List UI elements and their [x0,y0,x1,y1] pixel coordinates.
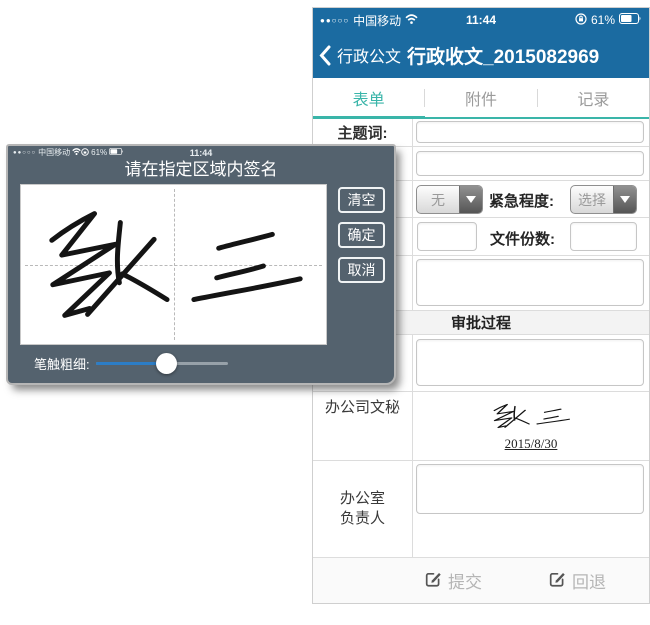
clock: 11:44 [466,13,496,27]
form-row-subject: 主题词: [313,119,649,147]
battery-percent: 61% [591,13,615,27]
copies-label: 文件份数: [490,228,555,249]
bottom-toolbar: 提交 回退 [313,557,649,603]
edit-icon [549,570,566,592]
confirm-button[interactable]: 确定 [338,222,385,248]
secretary-label: 办公司文秘 [313,392,413,460]
signal-dots: ●●○○○ [320,16,349,25]
battery-icon [619,13,642,27]
subject-input[interactable] [416,121,644,143]
secretary-signature-image [485,398,577,434]
nav-bar: 行政公文 行政收文_2015082969 [313,32,649,78]
rotation-lock-icon [575,13,587,28]
note-textarea[interactable] [416,259,644,306]
text-input[interactable] [416,151,644,176]
dropdown-arrow-icon [613,186,636,213]
stroke-width-label: 笔触粗细: [34,354,90,373]
signature-date: 2015/8/30 [505,436,558,452]
wifi-icon [405,13,418,27]
tab-form[interactable]: 表单 [313,86,424,110]
cancel-button[interactable]: 取消 [338,257,385,283]
subject-label: 主题词: [313,119,413,146]
dialog-title: 请在指定区域内签名 [8,155,394,180]
manager-label: 办公室 负责人 [313,461,413,557]
copies-input[interactable] [570,222,637,251]
stroke-width-row: 笔触粗细: [34,353,228,374]
form-row-secretary: 办公司文秘 2015/8/30 [313,392,649,461]
clear-button[interactable]: 清空 [338,187,385,213]
submit-button[interactable]: 提交 [425,558,482,603]
signature-dialog: ●●○○○ 中国移动 11:44 61% 请在指定区域内签名 清空 确定 取消 [6,144,396,385]
urgency-label: 紧急程度: [489,190,554,211]
dialog-button-group: 清空 确定 取消 [338,187,385,283]
tab-bar: 表单 附件 记录 [313,78,649,119]
active-tab-indicator [313,116,425,119]
stroke-slider-thumb[interactable] [156,353,177,374]
carrier-label: 中国移动 [353,12,401,29]
return-button[interactable]: 回退 [549,558,606,603]
signature-ink [21,185,326,344]
status-bar: ●●○○○ 中国移动 11:44 61% [313,8,649,32]
manager-textarea[interactable] [416,464,644,514]
tab-records[interactable]: 记录 [538,86,649,110]
signature-canvas[interactable] [20,184,327,345]
stroke-slider[interactable] [96,353,228,374]
dropdown-arrow-icon [459,186,482,213]
page-title: 行政收文_2015082969 [407,42,599,69]
edit-icon [425,570,442,592]
back-button[interactable]: 行政公文 [337,43,401,67]
tab-attachments[interactable]: 附件 [425,86,536,110]
form-row-manager: 办公室 负责人 [313,461,649,558]
urgency-select-dropdown[interactable]: 选择 [570,185,637,214]
approval-textarea[interactable] [416,339,644,386]
page: { "doc_app": { "status": { "signal_dots"… [0,0,650,625]
back-chevron-icon[interactable] [319,45,331,66]
small-input[interactable] [417,222,477,251]
urgency-none-dropdown[interactable]: 无 [416,185,483,214]
